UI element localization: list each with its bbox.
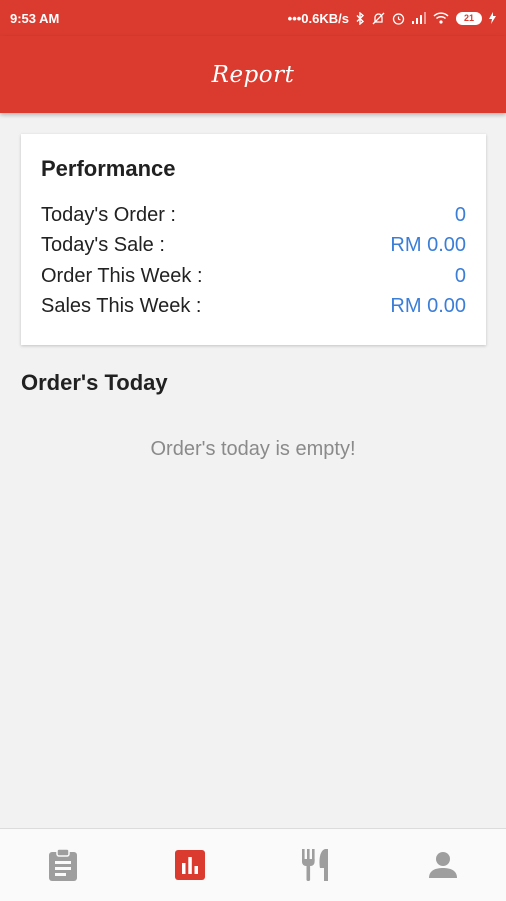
signal-icon bbox=[412, 12, 426, 24]
person-icon bbox=[428, 851, 458, 879]
stat-label: Sales This Week : bbox=[41, 295, 202, 318]
stat-label: Today's Sale : bbox=[41, 234, 165, 257]
app-bar: Report bbox=[0, 36, 506, 113]
performance-card: Performance Today's Order : 0 Today's Sa… bbox=[21, 134, 486, 345]
stat-label: Order This Week : bbox=[41, 264, 203, 287]
fork-knife-icon bbox=[300, 848, 332, 882]
stat-value: RM 0.00 bbox=[390, 295, 466, 318]
mute-icon bbox=[372, 12, 385, 25]
status-icons: •••0.6KB/s 21 bbox=[288, 11, 496, 26]
nav-item-report[interactable] bbox=[160, 835, 220, 895]
stat-label: Today's Order : bbox=[41, 203, 176, 226]
status-time: 9:53 AM bbox=[10, 10, 60, 26]
stat-value: 0 bbox=[454, 264, 466, 287]
orders-today-title: Order's Today bbox=[21, 370, 168, 395]
stat-row-sales-this-week: Sales This Week : RM 0.00 bbox=[41, 292, 466, 323]
status-bar: 9:53 AM •••0.6KB/s 21 bbox=[0, 0, 506, 36]
nav-item-profile[interactable] bbox=[413, 835, 473, 895]
nav-item-menu[interactable] bbox=[286, 835, 346, 895]
nav-item-orders[interactable] bbox=[33, 835, 93, 895]
battery-icon: 21 bbox=[456, 11, 482, 25]
page-title: Report bbox=[211, 61, 295, 88]
performance-title: Performance bbox=[41, 156, 176, 181]
bar-chart-icon bbox=[174, 850, 205, 880]
stat-row-todays-sale: Today's Sale : RM 0.00 bbox=[41, 231, 466, 262]
stat-row-todays-order: Today's Order : 0 bbox=[41, 200, 466, 231]
stat-row-order-this-week: Order This Week : 0 bbox=[41, 261, 466, 292]
orders-empty-message: Order's today is empty! bbox=[150, 438, 356, 460]
clipboard-icon bbox=[48, 848, 78, 882]
stat-value: RM 0.00 bbox=[390, 234, 466, 257]
bottom-navigation bbox=[0, 828, 506, 901]
wifi-icon bbox=[433, 12, 449, 24]
alarm-icon bbox=[392, 12, 405, 25]
bluetooth-icon bbox=[356, 11, 365, 25]
network-speed: •••0.6KB/s bbox=[287, 10, 349, 26]
stat-value: 0 bbox=[454, 203, 466, 226]
charging-icon bbox=[489, 12, 496, 24]
